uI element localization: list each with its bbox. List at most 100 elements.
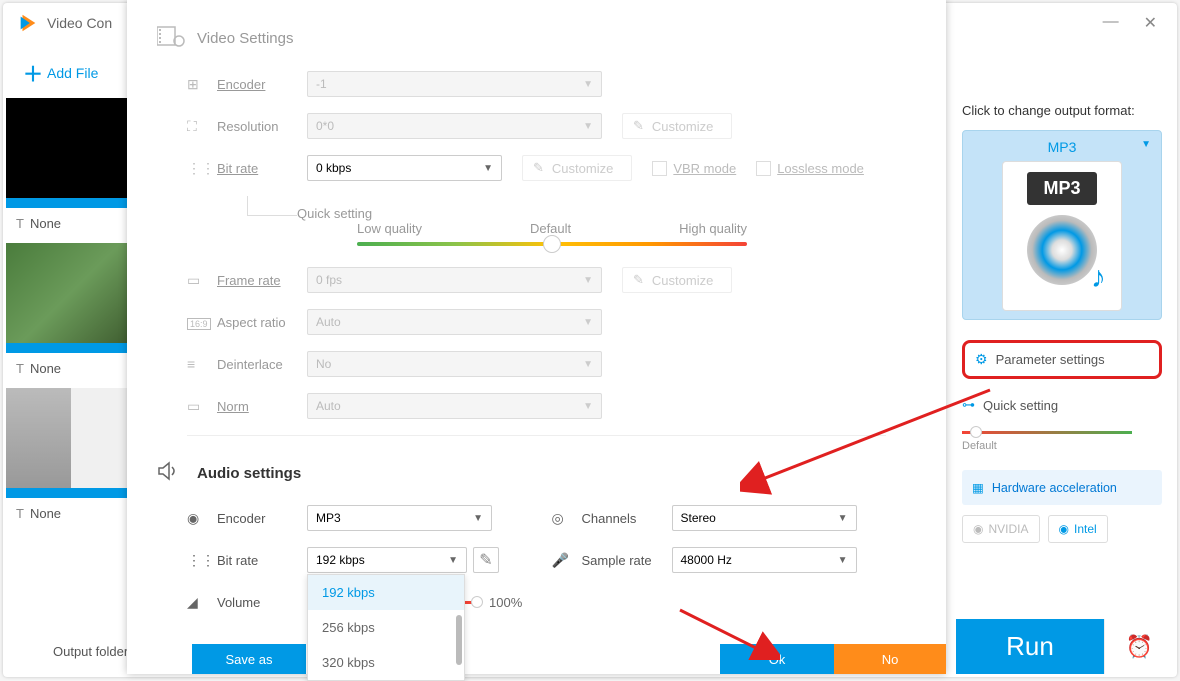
customize-framerate-button[interactable]: ✎Customize — [622, 267, 732, 293]
norm-combo[interactable]: Auto▼ — [307, 393, 602, 419]
text-icon: T — [16, 506, 24, 521]
intel-icon: ◉ — [1059, 522, 1069, 536]
output-format-label: Click to change output format: — [962, 103, 1162, 118]
chevron-down-icon: ▼ — [583, 401, 593, 412]
app-logo-icon — [17, 12, 39, 34]
framerate-combo[interactable]: 0 fps▼ — [307, 267, 602, 293]
disc-icon — [1027, 215, 1097, 285]
side-quality-slider[interactable] — [962, 431, 1132, 434]
run-button[interactable]: Run — [956, 619, 1104, 674]
quick-setting-side[interactable]: ⊶ Quick setting — [962, 397, 1162, 413]
minimize-icon[interactable]: — — [1103, 13, 1119, 33]
slider-thumb[interactable] — [471, 596, 483, 608]
sliders-icon: ⚙ — [975, 351, 988, 368]
channels-icon: ◎ — [552, 510, 582, 527]
video-bitrate-combo[interactable]: 0 kbps▼ — [307, 155, 502, 181]
slider-icon: ⊶ — [962, 397, 975, 413]
low-quality-label: Low quality — [357, 221, 422, 236]
app-title: Video Con — [47, 15, 112, 31]
thumbnail-progress — [6, 343, 136, 353]
volume-label: Volume — [217, 595, 307, 610]
chevron-down-icon: ▼ — [583, 317, 593, 328]
param-label: Parameter settings — [996, 352, 1105, 367]
output-folder-label: Output folder: — [53, 644, 132, 659]
thumbnail-image — [6, 388, 136, 488]
slider-thumb[interactable] — [970, 426, 982, 438]
right-panel: Click to change output format: MP3 ▼ MP3… — [962, 103, 1162, 543]
bitrate-label: Bit rate — [217, 161, 307, 176]
slider-thumb[interactable] — [543, 235, 561, 253]
quick-setting-label: Quick setting — [297, 206, 372, 221]
no-button[interactable]: No — [834, 644, 946, 674]
encoder-icon: ⊞ — [187, 76, 217, 93]
customize-bitrate-button[interactable]: ✎Customize — [522, 155, 632, 181]
alarm-button[interactable]: ⏰ — [1104, 619, 1174, 674]
chevron-down-icon: ▼ — [583, 359, 593, 370]
audio-bitrate-icon: ⋮⋮ — [187, 552, 217, 569]
mp3-badge: MP3 — [1027, 172, 1096, 205]
lossless-checkbox[interactable]: Lossless mode — [756, 161, 864, 176]
bitrate-option[interactable]: 192 kbps — [308, 575, 464, 610]
intel-button[interactable]: ◉Intel — [1048, 515, 1108, 543]
chevron-down-icon: ▼ — [483, 163, 493, 174]
samplerate-icon: 🎤 — [552, 552, 582, 569]
aspect-combo[interactable]: Auto▼ — [307, 309, 602, 335]
quality-slider[interactable] — [357, 242, 747, 246]
framerate-icon: ▭ — [187, 272, 217, 289]
encoder-label: Encoder — [217, 77, 307, 92]
video-encoder-combo[interactable]: -1▼ — [307, 71, 602, 97]
plus-icon: ＋ — [23, 58, 43, 87]
thumbnail-image — [6, 98, 136, 198]
music-note-icon: ♪ — [1091, 261, 1106, 295]
divider — [187, 435, 886, 436]
output-format-selector[interactable]: MP3 ▼ MP3 ♪ — [962, 130, 1162, 320]
resolution-combo[interactable]: 0*0▼ — [307, 113, 602, 139]
pencil-icon: ✎ — [633, 272, 644, 288]
edit-bitrate-button[interactable]: ✎ — [473, 547, 499, 573]
bitrate-option[interactable]: 256 kbps — [308, 610, 464, 645]
thumbnail-item[interactable]: TNone — [6, 98, 136, 239]
thumbnail-progress — [6, 488, 136, 498]
bitrate-option[interactable]: 320 kbps — [308, 645, 464, 680]
samplerate-label: Sample rate — [582, 553, 672, 568]
film-gear-icon — [157, 25, 187, 52]
deinterlace-label: Deinterlace — [217, 357, 307, 372]
deinterlace-combo[interactable]: No▼ — [307, 351, 602, 377]
thumbnail-label: None — [30, 216, 61, 231]
chevron-down-icon: ▼ — [583, 79, 593, 90]
settings-dialog: Video Settings ⊞ Encoder -1▼ ⛶ Resolutio… — [127, 0, 946, 674]
video-section-title: Video Settings — [197, 30, 293, 47]
chevron-down-icon: ▼ — [583, 121, 593, 132]
samplerate-combo[interactable]: 48000 Hz▼ — [672, 547, 857, 573]
audio-section-header: Audio settings — [157, 461, 916, 486]
chip-icon: ▦ — [972, 480, 984, 495]
customize-resolution-button[interactable]: ✎Customize — [622, 113, 732, 139]
resolution-label: Resolution — [217, 119, 307, 134]
audio-encoder-combo[interactable]: MP3▼ — [307, 505, 492, 531]
add-file-button[interactable]: ＋ Add File — [23, 48, 98, 97]
hw-accel-label: Hardware acceleration — [992, 481, 1117, 495]
checkbox-icon — [652, 161, 667, 176]
hardware-accel-button[interactable]: ▦ Hardware acceleration — [962, 470, 1162, 505]
framerate-label: Frame rate — [217, 273, 307, 288]
thumbnail-list: TNone TNone TNone — [6, 98, 136, 533]
thumbnail-item[interactable]: TNone — [6, 388, 136, 529]
nvidia-button[interactable]: ◉NVIDIA — [962, 515, 1040, 543]
dialog-footer: Save as Ok No — [127, 644, 946, 674]
format-title: MP3 — [971, 139, 1153, 155]
bitrate-dropdown: 192 kbps 256 kbps 320 kbps — [307, 574, 465, 681]
norm-label: Norm — [217, 399, 307, 414]
quick-setting-label: Quick setting — [983, 398, 1058, 413]
parameter-settings-button[interactable]: ⚙ Parameter settings — [962, 340, 1162, 379]
thumbnail-item[interactable]: TNone — [6, 243, 136, 384]
chevron-down-icon: ▼ — [838, 555, 848, 566]
ok-button[interactable]: Ok — [720, 644, 834, 674]
vbr-checkbox[interactable]: VBR mode — [652, 161, 736, 176]
close-icon[interactable]: ✕ — [1144, 13, 1157, 33]
dropdown-scrollbar[interactable] — [456, 615, 462, 665]
channels-combo[interactable]: Stereo▼ — [672, 505, 857, 531]
deinterlace-icon: ≡ — [187, 356, 217, 372]
save-as-button[interactable]: Save as — [192, 644, 306, 674]
audio-encoder-icon: ◉ — [187, 510, 217, 527]
audio-bitrate-combo[interactable]: 192 kbps▼ — [307, 547, 467, 573]
